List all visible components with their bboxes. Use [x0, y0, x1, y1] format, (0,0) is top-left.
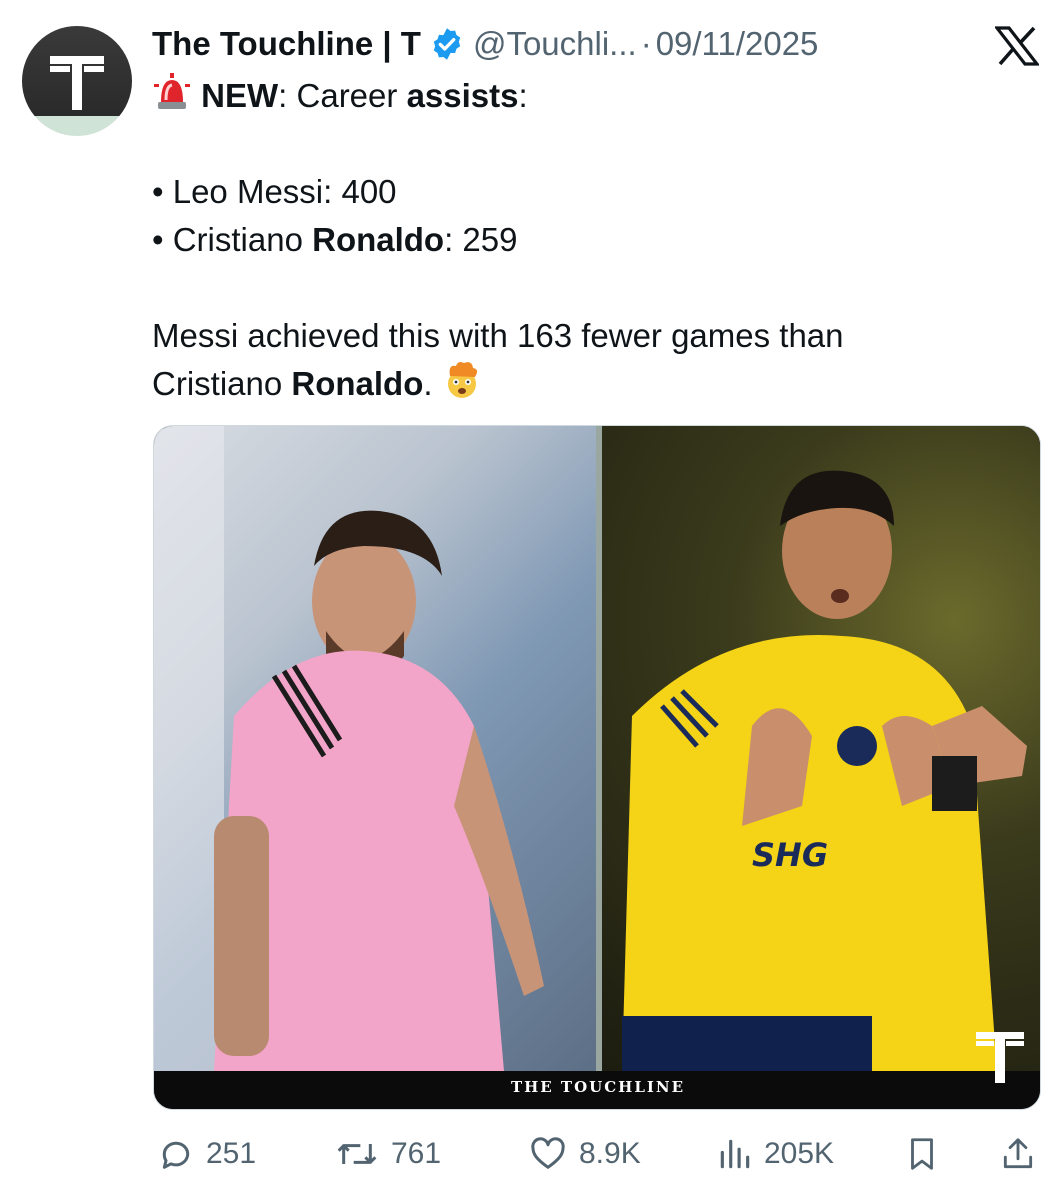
para2-line2: Cristiano Ronaldo. — [152, 360, 1032, 408]
views-button[interactable]: 205K — [716, 1128, 834, 1180]
new-label: NEW — [201, 77, 279, 115]
repost-button[interactable]: 761 — [333, 1128, 441, 1180]
svg-text:SHG: SHG — [752, 836, 828, 874]
tweet-line-new: NEW: Career assists: — [152, 72, 1032, 120]
para2-line1: Messi achieved this with 163 fewer games… — [152, 317, 844, 354]
display-name[interactable]: The Touchline | T — [152, 25, 421, 63]
bullet-ronaldo: • Cristiano Ronaldo: 259 — [152, 216, 1032, 264]
new-colon: : — [278, 77, 288, 115]
bullet-ronaldo-value: : 259 — [444, 221, 518, 258]
ronaldo-photo: SHG — [602, 426, 1040, 1071]
touchline-logo-icon — [50, 56, 104, 110]
handle[interactable]: @Touchli... — [473, 25, 637, 63]
tweet-date[interactable]: 09/11/2025 — [656, 25, 819, 63]
bookmark-icon — [903, 1134, 941, 1174]
tweet-text: NEW: Career assists: • Leo Messi: 400 • … — [152, 72, 1032, 408]
share-icon — [999, 1134, 1037, 1174]
verified-badge-icon — [429, 26, 465, 62]
tweet-media[interactable]: SHG THE TOUCHLINE — [153, 425, 1041, 1110]
views-icon — [716, 1134, 754, 1174]
touchline-t-logo-icon — [972, 1026, 1028, 1091]
share-button[interactable] — [999, 1128, 1037, 1180]
para2-prefix: Cristiano — [152, 365, 292, 403]
like-button[interactable]: 8.9K — [527, 1128, 641, 1180]
reply-button[interactable]: 251 — [156, 1128, 256, 1180]
tweet-header: The Touchline | T @Touchli... · 09/11/20… — [152, 22, 818, 66]
views-count: 205K — [764, 1137, 835, 1170]
exploding-head-icon — [442, 360, 482, 413]
rotating-light-icon — [152, 72, 192, 125]
repost-count: 761 — [391, 1137, 442, 1170]
para2-suffix: . — [423, 365, 433, 403]
reply-count: 251 — [206, 1137, 257, 1170]
bullet-ronaldo-prefix: • Cristiano — [152, 221, 313, 258]
media-caption: THE TOUCHLINE — [510, 1078, 686, 1096]
repost-icon — [333, 1134, 381, 1174]
reply-icon — [156, 1134, 196, 1174]
bookmark-button[interactable] — [903, 1128, 941, 1180]
separator-dot: · — [640, 25, 652, 62]
action-bar: 251 761 8.9K 205K — [0, 1128, 1064, 1180]
assists-text: assists — [406, 77, 519, 115]
avatar[interactable] — [22, 26, 132, 136]
para2-name: Ronaldo — [291, 365, 424, 403]
x-logo-icon[interactable] — [993, 26, 1041, 66]
bullet-messi: • Leo Messi: 400 — [152, 173, 397, 210]
bullet-ronaldo-name: Ronaldo — [312, 221, 445, 258]
like-icon — [527, 1134, 569, 1174]
line-end-colon: : — [518, 77, 528, 115]
like-count: 8.9K — [579, 1137, 641, 1170]
messi-photo — [154, 426, 596, 1071]
career-text: Career — [287, 77, 407, 115]
